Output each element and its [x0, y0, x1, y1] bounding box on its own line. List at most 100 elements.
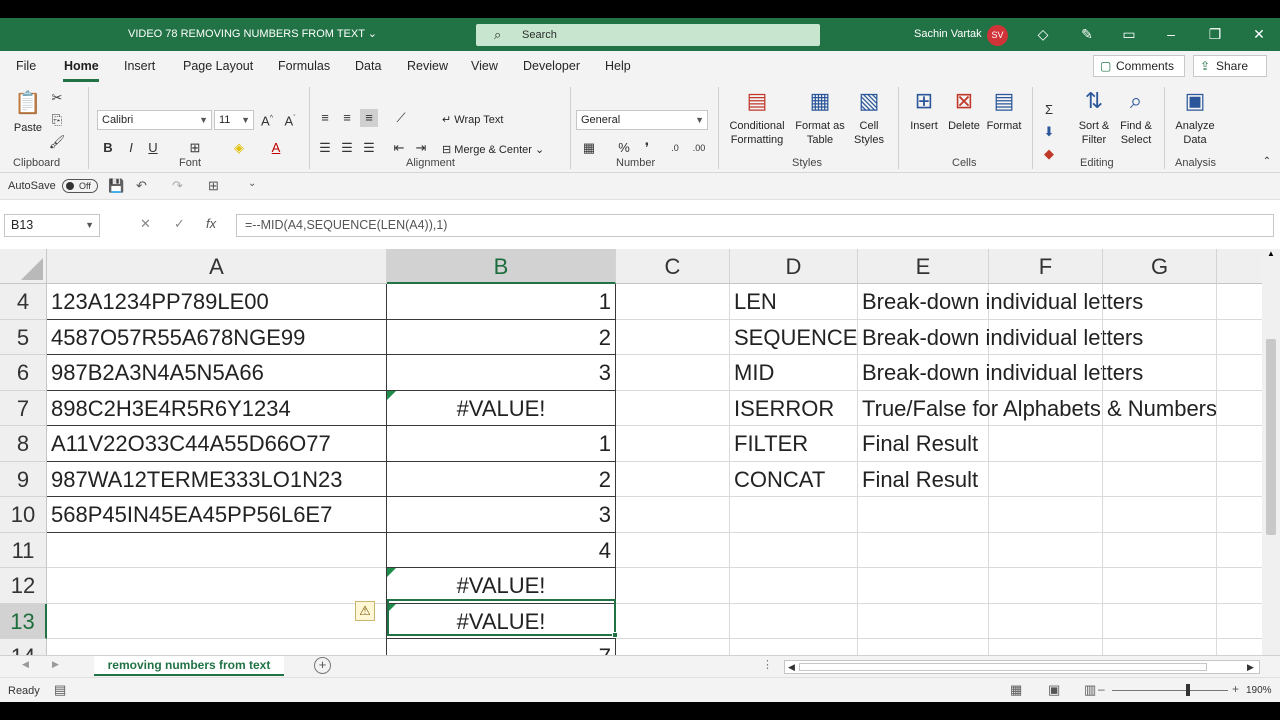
warning-icon[interactable]: ⚠: [355, 601, 375, 621]
cell-a[interactable]: [47, 568, 387, 604]
diamond-icon[interactable]: ◇: [1034, 25, 1052, 43]
row-header[interactable]: 7: [0, 390, 47, 426]
select-all-button[interactable]: [0, 249, 47, 284]
row-header[interactable]: 6: [0, 355, 47, 391]
cell-c[interactable]: [616, 390, 730, 426]
cell-b[interactable]: 1: [387, 284, 616, 320]
vertical-scroll-thumb[interactable]: [1266, 339, 1276, 535]
zoom-out-icon[interactable]: –: [1098, 682, 1105, 696]
font-color-icon[interactable]: A: [267, 139, 285, 157]
conditional-formatting-button[interactable]: ▤ Conditional Formatting: [724, 87, 790, 147]
add-sheet-icon[interactable]: +: [314, 657, 331, 674]
tab-formulas[interactable]: Formulas: [278, 59, 330, 73]
font-size-select[interactable]: 11 ▼: [214, 110, 254, 130]
wrap-text-button[interactable]: ↵ Wrap Text: [442, 113, 503, 126]
cell-g[interactable]: [1103, 568, 1217, 604]
cell-e[interactable]: Final Result: [858, 461, 989, 497]
increase-font-icon[interactable]: A^: [258, 110, 276, 128]
normal-view-icon[interactable]: ▦: [1010, 682, 1022, 698]
fill-icon[interactable]: ⬇: [1040, 123, 1058, 141]
cell-h[interactable]: [1217, 284, 1262, 320]
cell-c[interactable]: [616, 532, 730, 568]
cell-g[interactable]: [1103, 532, 1217, 568]
restore-icon[interactable]: ❐: [1206, 25, 1224, 43]
percent-icon[interactable]: %: [615, 139, 633, 157]
cell-a[interactable]: 898C2H3E4R5R6Y1234: [47, 390, 387, 426]
cell-f[interactable]: [989, 461, 1103, 497]
comma-icon[interactable]: ❜: [638, 139, 656, 157]
cell-a[interactable]: [47, 532, 387, 568]
cell-f[interactable]: [989, 497, 1103, 533]
row-header[interactable]: 4: [0, 284, 47, 320]
horizontal-scrollbar[interactable]: ◀ ▶: [784, 660, 1260, 674]
page-layout-view-icon[interactable]: ▣: [1048, 682, 1060, 698]
format-painter-icon[interactable]: 🖌: [48, 133, 66, 151]
cell-e[interactable]: Break-down individual letters: [858, 284, 1143, 320]
cell-d[interactable]: FILTER: [730, 426, 858, 462]
formula-input[interactable]: =--MID(A4,SEQUENCE(LEN(A4)),1): [236, 214, 1274, 237]
cell-a[interactable]: 987WA12TERME333LO1N23: [47, 461, 387, 497]
row-header[interactable]: 8: [0, 426, 47, 462]
format-cells-button[interactable]: ▤ Format: [984, 87, 1024, 133]
delete-cells-button[interactable]: ⊠ Delete: [944, 87, 984, 133]
tab-home[interactable]: Home: [64, 59, 99, 73]
cell-d[interactable]: CONCAT: [730, 461, 858, 497]
decrease-indent-icon[interactable]: ⇤: [390, 139, 408, 157]
align-left-icon[interactable]: ☰: [316, 139, 334, 157]
cell-f[interactable]: [989, 390, 1103, 426]
cell-a[interactable]: [47, 639, 387, 655]
cell-f[interactable]: [989, 355, 1103, 391]
cell-b[interactable]: 3: [387, 355, 616, 391]
tab-data[interactable]: Data: [355, 59, 381, 73]
cell-a[interactable]: 568P45IN45EA45PP56L6E7: [47, 497, 387, 533]
cell-f[interactable]: [989, 532, 1103, 568]
column-header-f[interactable]: F: [989, 249, 1103, 284]
cell-d[interactable]: ISERROR: [730, 390, 858, 426]
increase-indent-icon[interactable]: ⇥: [412, 139, 430, 157]
format-as-table-button[interactable]: ▦ Format as Table: [792, 87, 848, 147]
tab-help[interactable]: Help: [605, 59, 631, 73]
zoom-slider-thumb[interactable]: [1186, 684, 1190, 696]
analyze-data-button[interactable]: ▣ Analyze Data: [1170, 87, 1220, 147]
column-header-h[interactable]: [1217, 249, 1262, 284]
cell-b[interactable]: 3: [387, 497, 616, 533]
borders-qat-icon[interactable]: ⊞: [208, 178, 219, 194]
tab-insert[interactable]: Insert: [124, 59, 155, 73]
minimize-icon[interactable]: –: [1162, 25, 1180, 43]
cell-f[interactable]: [989, 603, 1103, 639]
column-header-e[interactable]: E: [858, 249, 989, 284]
fill-color-icon[interactable]: ◈: [230, 139, 248, 157]
row-header[interactable]: 9: [0, 461, 47, 497]
horizontal-scroll-thumb[interactable]: [799, 663, 1207, 671]
tab-file[interactable]: File: [16, 59, 36, 73]
cell-b[interactable]: #VALUE!: [387, 390, 616, 426]
cell-g[interactable]: [1103, 355, 1217, 391]
cell-h[interactable]: [1217, 426, 1262, 462]
cell-h[interactable]: [1217, 533, 1262, 568]
cut-icon[interactable]: ✂: [48, 89, 66, 107]
pen-icon[interactable]: ✎: [1078, 25, 1096, 43]
number-format-select[interactable]: General ▼: [576, 110, 708, 130]
cell-g[interactable]: [1103, 497, 1217, 533]
cell-h[interactable]: [1217, 568, 1262, 604]
align-middle-icon[interactable]: ≡: [338, 109, 356, 127]
zoom-level[interactable]: 190%: [1246, 685, 1272, 696]
cell-b[interactable]: 7: [387, 639, 616, 655]
vertical-scrollbar[interactable]: ▲ ▼: [1262, 249, 1280, 669]
cell-styles-button[interactable]: ▧ Cell Styles: [848, 87, 890, 147]
column-header-d[interactable]: D: [730, 249, 858, 284]
comments-button[interactable]: ▢ Comments: [1093, 55, 1185, 77]
paste-button[interactable]: 📋 Paste: [8, 89, 48, 135]
ribbon-display-icon[interactable]: ▭: [1120, 25, 1138, 43]
underline-button[interactable]: U: [144, 139, 162, 157]
cell-f[interactable]: [989, 319, 1103, 355]
scroll-left-icon[interactable]: ◀: [788, 661, 795, 673]
cell-d[interactable]: LEN: [730, 284, 858, 320]
cell-e[interactable]: [858, 639, 989, 655]
document-title[interactable]: VIDEO 78 REMOVING NUMBERS FROM TEXT ⌄: [128, 27, 377, 40]
cell-a[interactable]: 123A1234PP789LE00: [47, 284, 387, 320]
fill-handle[interactable]: [612, 632, 618, 638]
cell-d[interactable]: MID: [730, 355, 858, 391]
merge-center-button[interactable]: ⊟ Merge & Center ⌄: [442, 143, 544, 156]
decrease-font-icon[interactable]: Aˇ: [281, 110, 299, 128]
